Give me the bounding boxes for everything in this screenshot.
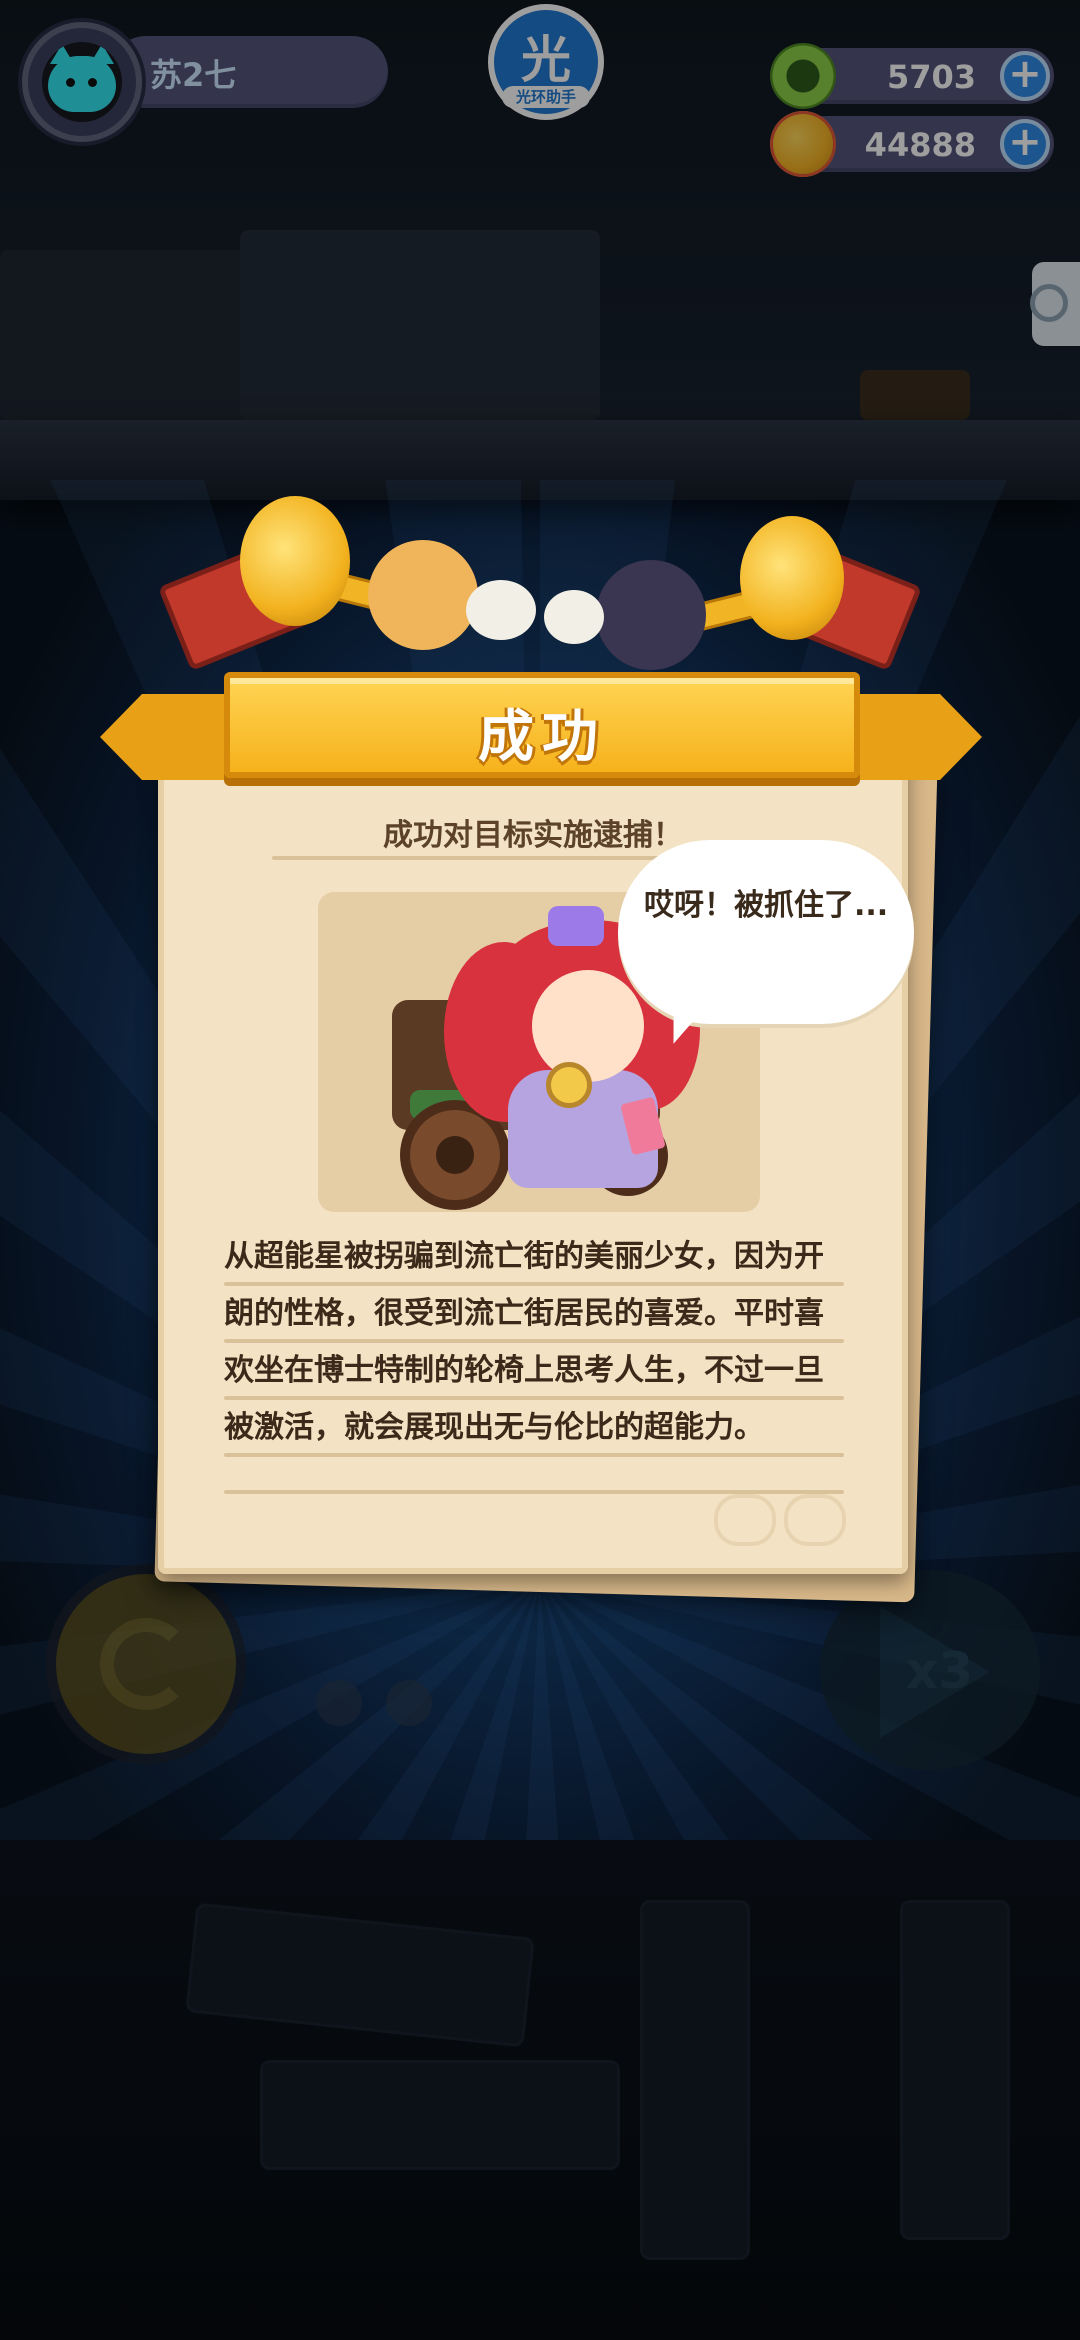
cloud-puff [466,580,536,640]
brooch-icon [546,1062,592,1108]
result-title: 成功 [478,705,606,770]
trumpet-left-icon [240,496,350,626]
cloud-puff [544,590,604,644]
description-line: 朗的性格，很受到流亡街居民的喜爱。平时喜 [224,1296,824,1331]
trumpet-right-icon [740,516,844,640]
description-line: 被激活，就会展现出无与伦比的超能力。 [224,1410,764,1445]
description-line: 欢坐在博士特制的轮椅上思考人生，不过一旦 [224,1353,824,1388]
result-banner: 成功 [224,672,860,778]
speech-bubble [618,840,914,1024]
character-face [532,970,644,1082]
character-bow [548,906,604,946]
orange-cat-mascot-icon [368,540,478,650]
cat-paw-decoration-icon [714,1494,854,1550]
dark-cat-mascot-icon [596,560,706,670]
description-line: 从超能星被拐骗到流亡街的美丽少女，因为开 [224,1239,824,1274]
speech-text: 哎呀！被抓住了... [644,888,889,923]
